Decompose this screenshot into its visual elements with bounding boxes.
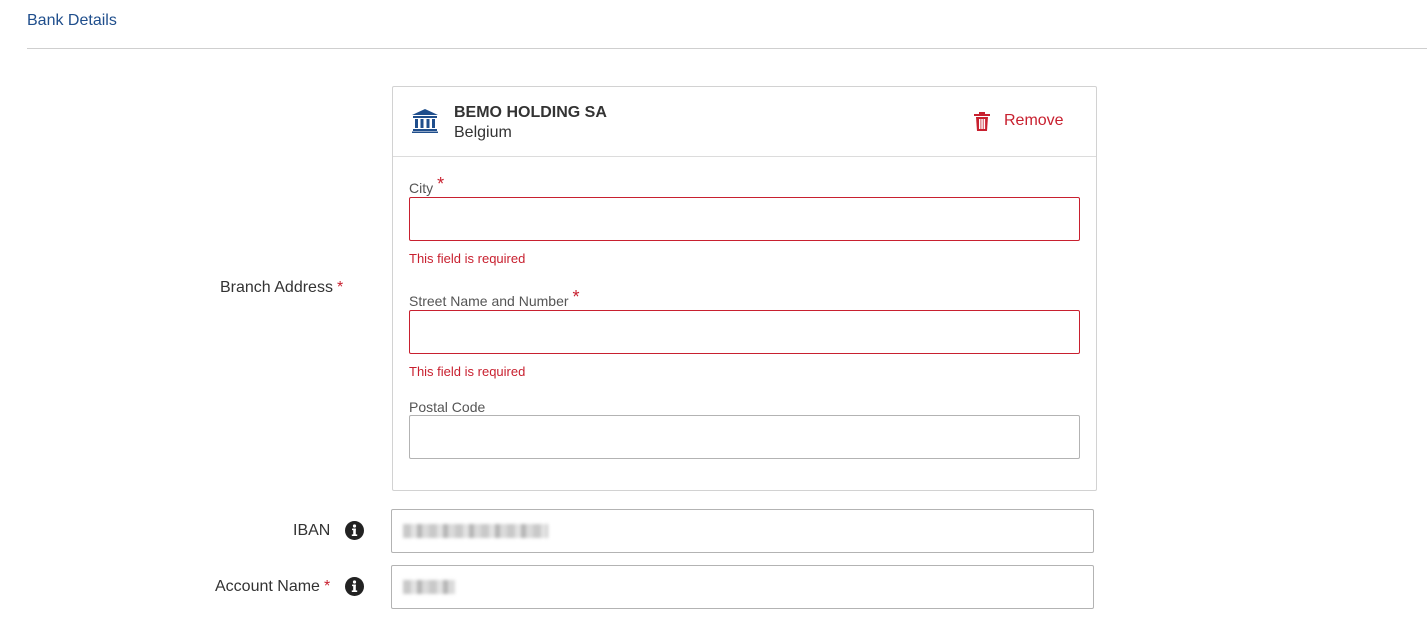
street-label-text: Street Name and Number: [409, 293, 569, 309]
city-error: This field is required: [409, 251, 526, 266]
required-mark: *: [572, 287, 580, 307]
bank-card-header: BEMO HOLDING SA Belgium Remove: [393, 87, 1096, 157]
iban-label: IBAN: [293, 522, 331, 539]
bank-card: BEMO HOLDING SA Belgium Remove City * Thi…: [392, 86, 1097, 491]
postal-code-input[interactable]: [409, 415, 1080, 459]
street-error: This field is required: [409, 364, 526, 379]
branch-address-label: Branch Address *: [220, 279, 343, 297]
account-name-label-text: Account Name: [215, 578, 320, 595]
required-mark: *: [437, 174, 445, 194]
redacted-value: [403, 524, 548, 538]
trash-icon: [974, 111, 990, 131]
postal-code-label: Postal Code: [409, 399, 485, 415]
info-icon[interactable]: [345, 521, 364, 540]
bank-name: BEMO HOLDING SA: [454, 104, 607, 121]
postal-code-label-text: Postal Code: [409, 399, 486, 415]
branch-address-label-text: Branch Address: [220, 279, 333, 296]
street-input[interactable]: [409, 310, 1080, 354]
section-title: Bank Details: [27, 12, 117, 29]
info-icon[interactable]: [345, 577, 364, 596]
remove-label: Remove: [1004, 112, 1064, 129]
section-divider: [27, 48, 1427, 49]
bank-country: Belgium: [454, 124, 512, 141]
street-label: Street Name and Number *: [409, 287, 580, 311]
redacted-value: [403, 580, 455, 594]
account-name-input[interactable]: [391, 565, 1094, 609]
city-label: City *: [409, 174, 445, 198]
required-mark: *: [336, 279, 344, 296]
required-mark: *: [323, 578, 331, 595]
remove-bank-button[interactable]: Remove: [974, 109, 1064, 133]
city-input[interactable]: [409, 197, 1080, 241]
account-name-label: Account Name *: [215, 578, 330, 596]
iban-input[interactable]: [391, 509, 1094, 553]
city-label-text: City: [409, 180, 434, 196]
bank-icon: [412, 109, 438, 133]
